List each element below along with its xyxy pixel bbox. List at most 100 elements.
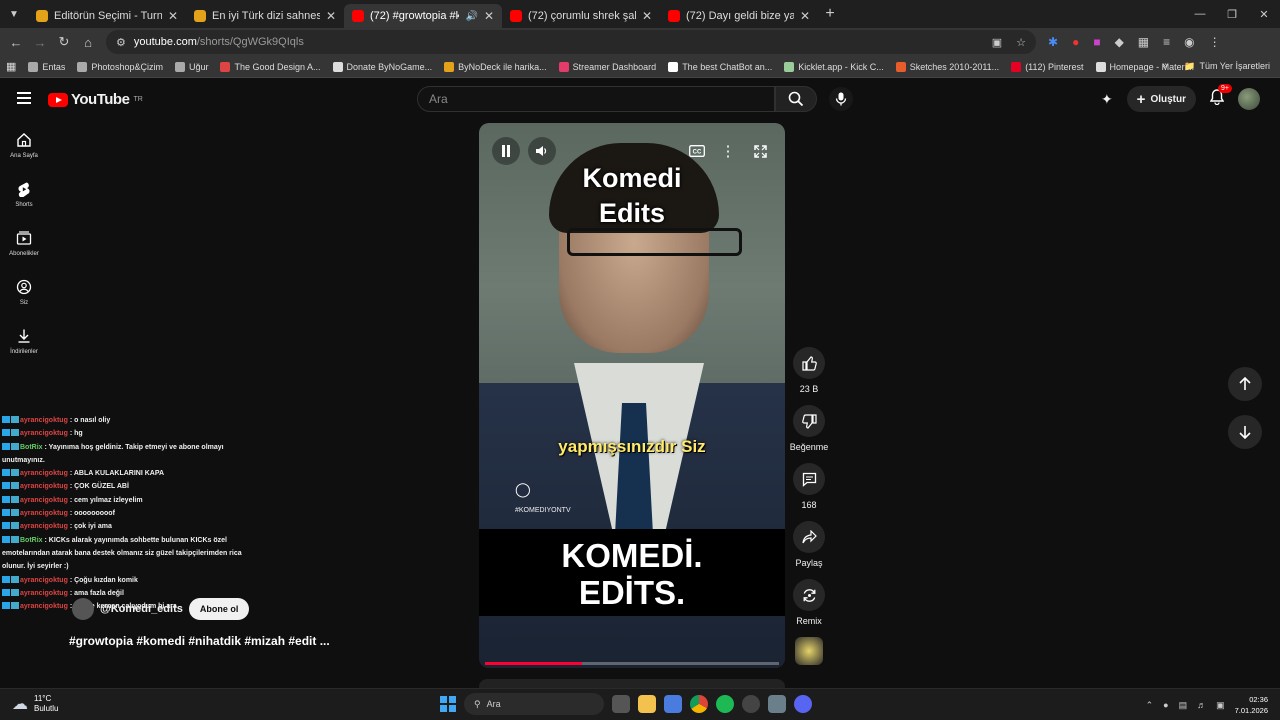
channel-avatar[interactable] [72, 598, 94, 620]
tab-search-chevron-icon[interactable]: ▼ [0, 0, 28, 28]
youtube-logo[interactable]: YouTube TR [48, 91, 143, 108]
bookmark-star-icon[interactable]: ☆ [1016, 36, 1026, 49]
close-window-icon[interactable]: ✕ [1248, 0, 1280, 28]
dislike-button[interactable] [793, 405, 825, 437]
chat-username: BotRix [20, 443, 43, 451]
sidebar-item[interactable]: Shorts [0, 177, 48, 226]
task-view-icon[interactable] [612, 695, 630, 713]
bookmark-item[interactable]: Kicklet.app - Kick C... [778, 61, 890, 72]
share-label: Paylaş [795, 558, 823, 568]
volume-icon[interactable]: ♬ [1197, 700, 1206, 710]
browser-tab[interactable]: (72) çorumlu shrek şakir !! - You ✕ [502, 4, 660, 28]
store-icon[interactable] [664, 695, 682, 713]
reload-icon[interactable]: ↻ [52, 34, 76, 50]
shorts-icon [16, 181, 32, 199]
guide-menu-icon[interactable] [17, 92, 31, 104]
forward-icon[interactable]: → [28, 35, 52, 50]
like-button[interactable] [793, 347, 825, 379]
browser-tab[interactable]: (72) #growtopia #komedi # 🔊 ✕ [344, 4, 502, 28]
profile-avatar-icon[interactable]: ◉ [1184, 35, 1194, 49]
discord-icon[interactable] [794, 695, 812, 713]
share-button[interactable] [793, 521, 825, 553]
omnibox[interactable]: ⚙ youtube.com/shorts/QgWGk9QIqls ▣ ☆ [106, 30, 1036, 54]
tab-audio-icon[interactable]: 🔊 [465, 11, 477, 22]
all-bookmarks[interactable]: 📁 Tüm Yer İşaretleri [1184, 61, 1270, 72]
browser-tab[interactable]: Editörün Seçimi - Turnuva - Qui ✕ [28, 4, 186, 28]
bookmark-favicon-icon [220, 61, 231, 72]
sidebar-item[interactable]: Ana Sayfa [0, 128, 48, 177]
apps-grid-icon[interactable]: ▦ [6, 60, 16, 73]
sidebar-item[interactable]: İndirilenler [0, 324, 48, 373]
file-explorer-icon[interactable] [638, 695, 656, 713]
bookmark-favicon-icon [174, 61, 185, 72]
microphone-icon[interactable]: ● [1163, 700, 1168, 710]
shorts-player[interactable]: CC ⋮ Komedi Edits yapmışsınızdır Siz ◯ #… [479, 123, 785, 668]
previous-short-button[interactable] [1228, 367, 1262, 401]
bookmark-item[interactable]: Entas [22, 61, 71, 72]
minimize-icon[interactable]: — [1184, 0, 1216, 28]
start-windows-icon[interactable] [440, 696, 456, 712]
subscribe-button[interactable]: Abone ol [188, 598, 250, 620]
address-toolbar: ← → ↻ ⌂ ⚙ youtube.com/shorts/QgWGk9QIqls… [0, 28, 1280, 56]
taskbar-clock[interactable]: 02:36 7.01.2026 [1235, 694, 1268, 716]
taskbar-search[interactable]: ⚲ Ara [464, 693, 604, 715]
video-progress-bar[interactable] [485, 662, 779, 665]
browser-tab[interactable]: En iyi Türk dizi sahnesi - Tier Lis ✕ [186, 4, 344, 28]
badge-icon [11, 535, 19, 543]
back-icon[interactable]: ← [4, 35, 28, 50]
spotify-icon[interactable] [716, 695, 734, 713]
video-description[interactable]: #growtopia #komedi #nihatdik #mizah #edi… [69, 634, 330, 648]
weather-widget[interactable]: ☁ 11°C Bulutlu [12, 694, 58, 714]
comments-button[interactable] [793, 463, 825, 495]
extension-icon[interactable]: ● [1072, 35, 1079, 49]
bookmark-item[interactable]: Photoshop&Çizim [71, 61, 169, 72]
tab-close-icon[interactable]: ✕ [168, 9, 178, 23]
bookmark-item[interactable]: Streamer Dashboard [553, 61, 663, 72]
search-button[interactable] [775, 86, 817, 112]
extensions-puzzle-icon[interactable]: ▦ [1138, 35, 1149, 49]
tab-close-icon[interactable]: ✕ [642, 9, 652, 23]
bookmark-item[interactable]: Uğur [169, 61, 215, 72]
remix-button[interactable] [793, 579, 825, 611]
bookmark-item[interactable]: The best ChatBot an... [662, 61, 778, 72]
shorts-action-bar: 23 B Beğenme 168 Paylaş Remix [788, 347, 830, 665]
next-short-button[interactable] [1228, 415, 1262, 449]
sound-thumbnail[interactable] [795, 637, 823, 665]
extension-icon[interactable]: ✱ [1048, 35, 1058, 49]
cast-icon[interactable]: ✦ [1101, 91, 1113, 108]
sidebar-item[interactable]: Abonelikler [0, 226, 48, 275]
media-control-icon[interactable]: ≡ [1163, 35, 1170, 49]
install-app-icon[interactable]: ▣ [992, 36, 1002, 49]
bookmark-item[interactable]: Sketches 2010-2011... [890, 61, 1005, 72]
chrome-icon[interactable] [690, 695, 708, 713]
bookmark-item[interactable]: ByNoDeck ile harika... [438, 61, 553, 72]
network-icon[interactable]: ▤ [1179, 700, 1188, 711]
more-bookmarks-icon[interactable]: » [1162, 60, 1168, 71]
chevron-up-icon[interactable]: ⌃ [1146, 700, 1154, 711]
extension-icon[interactable]: ◆ [1115, 35, 1124, 49]
tab-close-icon[interactable]: ✕ [484, 9, 494, 23]
new-tab-button[interactable]: + [818, 5, 842, 23]
chat-text: : Çoğu kızdan komik [69, 576, 138, 584]
tab-close-icon[interactable]: ✕ [326, 9, 336, 23]
channel-name[interactable]: @Komedi_edits [100, 603, 183, 615]
bookmark-item[interactable]: (112) Pinterest [1005, 61, 1089, 72]
tab-close-icon[interactable]: ✕ [800, 9, 810, 23]
restore-icon[interactable]: ❐ [1216, 0, 1248, 28]
search-input[interactable]: Ara [417, 86, 775, 112]
obs-icon[interactable] [742, 695, 760, 713]
home-icon[interactable]: ⌂ [76, 35, 100, 50]
notifications-button[interactable]: 9+ [1209, 83, 1232, 110]
battery-icon[interactable]: ▣ [1216, 700, 1225, 711]
site-info-icon[interactable]: ⚙ [116, 36, 126, 49]
create-button[interactable]: + Oluştur [1126, 86, 1196, 112]
sidebar-item[interactable]: Siz [0, 275, 48, 324]
bookmark-item[interactable]: Donate ByNoGame... [327, 61, 439, 72]
browser-menu-icon[interactable]: ⋮ [1209, 35, 1221, 49]
bookmark-item[interactable]: The Good Design A... [214, 61, 326, 72]
app-icon[interactable] [768, 695, 786, 713]
account-avatar[interactable] [1238, 88, 1260, 110]
browser-tab[interactable]: (72) Dayı geldi bize yağlı yağlı ✕ [660, 4, 818, 28]
extension-icon[interactable]: ■ [1093, 35, 1100, 49]
voice-search-button[interactable] [829, 87, 853, 111]
